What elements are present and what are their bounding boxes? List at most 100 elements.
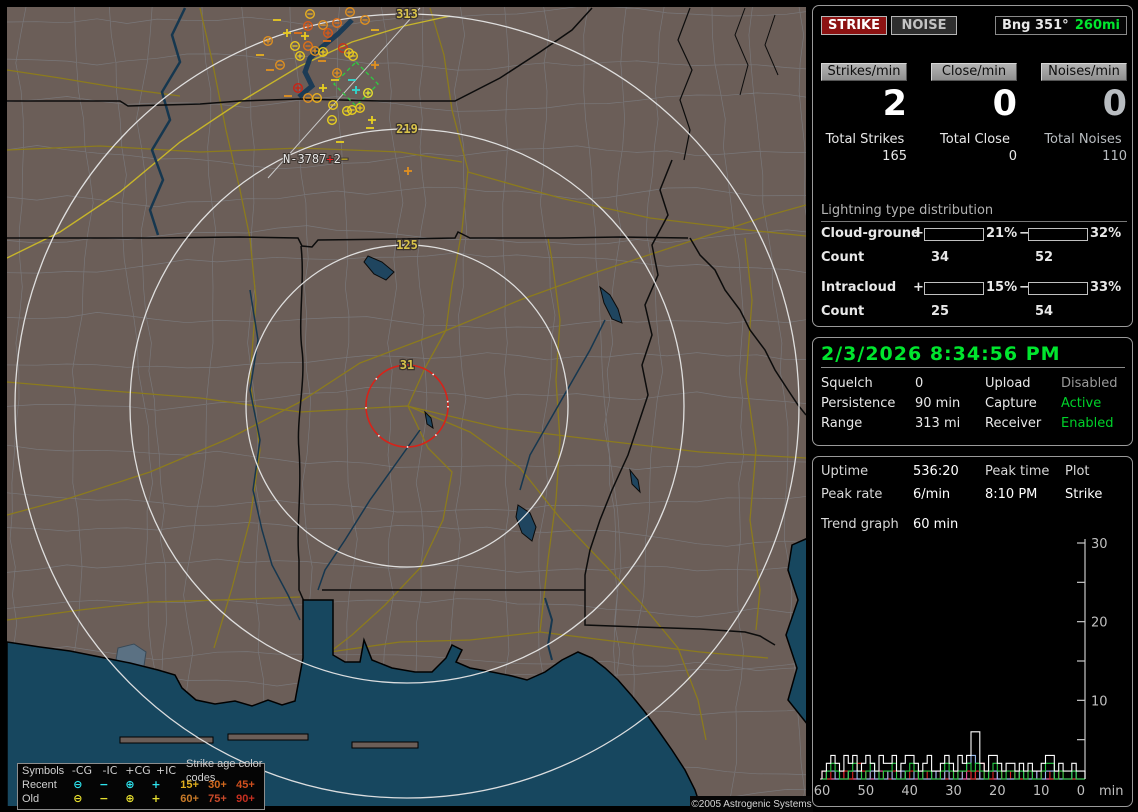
strike-symbol-p [301,32,309,40]
intracloud-row: Intracloud + 15% − 33% [813,280,1134,296]
lake-martin [515,504,537,542]
cloud-ground-row: Cloud-ground + 21% − 32% [813,226,1134,242]
ic-negative-pct: 33% [1090,280,1122,295]
ring-label-31: 31 [400,358,414,372]
strike-symbol-cp [293,82,304,93]
strike-symbol-cm [328,99,339,110]
strike-symbol-cm [360,14,371,26]
plus-sign: + [913,226,924,241]
chart-axis: 10 20 30 60 50 40 30 20 10 0 min [814,537,1124,799]
strike-symbol-p [368,116,376,124]
y-tick-label: 10 [1091,694,1108,709]
ring-label-313: 313 [396,7,418,21]
strike-symbol-cp [295,51,306,62]
squelch-value: 0 [915,376,924,391]
lightning-map[interactable]: 31 125 219 313 N-3787+2− Symbols -CG -IC +CG… [7,7,813,812]
persistence-value: 90 min [915,396,961,411]
border-tn-nc [677,7,693,161]
squelch-label: Squelch [821,376,873,391]
strike-symbol-p [352,86,360,94]
alabama-river [317,429,421,591]
mountain-line-1 [734,7,749,96]
count-label: Count [821,304,865,319]
ic-positive-bar [924,282,984,295]
tombigbee-river [249,289,301,621]
legend-old-row: Old ⊖ − ⊕ +60+ 75+ 90+ [18,792,264,806]
total-close-label: Total Close [940,132,1010,147]
x-tick-label: 50 [858,784,875,799]
legend-age-code: 60+ [180,793,199,805]
tennessee-river-lake [297,18,354,99]
status-row: Squelch 0 Upload Disabled [813,376,1132,392]
legend-ic-pos-header: +IC [155,764,177,777]
legend-symbol-0: ⊖ [73,778,83,791]
highway [7,15,451,259]
strike-toggle-button[interactable]: STRIKE [821,16,887,35]
plus-sign: + [913,280,924,295]
x-tick-label: 20 [989,784,1006,799]
legend-ic-neg-header: -IC [102,764,118,777]
coosa-river [519,319,606,491]
legend-age-code: 75+ [208,793,227,805]
choctawhatchee-river [544,597,554,661]
x-tick-label: 30 [945,784,962,799]
legend-cg-neg-header: -CG [71,764,93,777]
border-al-ga [584,159,673,593]
atlantic-coast [785,538,806,724]
receiver-label: Receiver [985,416,1042,431]
strike-symbol-cp [355,102,366,113]
symbol-legend: Symbols -CG -IC +CG +IC Strike age color… [17,758,265,810]
nexstorm-window: 31 125 219 313 N-3787+2− Symbols -CG -IC +CG… [0,0,1138,812]
legend-symbol-2: ⊕ [125,778,135,791]
cg-negative-bar [1028,228,1088,241]
range-value: 313 mi [915,416,961,431]
close-rate-value: 0 [992,84,1017,124]
noises-rate-value: 0 [1102,84,1127,124]
strike-symbol-cm [305,8,316,20]
cloud-ground-count-row: Count 34 52 [813,250,1134,266]
noise-toggle-button[interactable]: NOISE [891,16,957,35]
divider [821,367,1125,368]
lake-eufaula [629,468,641,494]
receiver-value: Enabled [1061,416,1114,431]
ic-positive-count: 25 [931,304,950,319]
legend-symbol-3: + [151,778,161,791]
status-row: Persistence 90 min Capture Active [813,396,1132,412]
ic-positive-pct: 15% [986,280,1018,295]
legend-age-code: 15+ [180,779,199,791]
counters-panel: STRIKE NOISE Bng 351° 260mi Strikes/min … [812,5,1133,327]
persistence-label: Persistence [821,396,896,411]
tennessee-river-west [148,7,187,236]
cg-positive-count: 34 [931,250,950,265]
river-lines [148,7,606,661]
strike-symbol-cm [327,114,338,125]
cg-positive-pct: 21% [986,226,1018,241]
cg-positive-bar [924,228,984,241]
capture-label: Capture [985,396,1037,411]
legend-recent-row: Recent ⊖ − ⊕ +15+ 30+ 45+ [18,778,264,792]
ring-label-219: 219 [396,122,418,136]
range-label: Range [821,416,863,431]
legend-row-label: Old [22,793,40,805]
strike-symbol-cm [303,92,314,103]
capture-value: Active [1061,396,1102,411]
cg-negative-pct: 32% [1090,226,1122,241]
strike-symbol-cm [275,60,286,71]
x-tick-label: 10 [1033,784,1050,799]
legend-symbols-header: Symbols [22,765,65,777]
legend-symbol-3: + [151,792,161,805]
road [7,69,181,97]
strikes-per-min-chip: Strikes/min [821,63,907,81]
x-tick-label: 40 [901,784,918,799]
cg-negative-count: 52 [1035,250,1054,265]
ic-negative-count: 54 [1035,304,1054,319]
ring-label-125: 125 [396,238,418,252]
copyright-text: ©2005 Astrogenic Systems [690,796,813,812]
legend-symbol-0: ⊖ [73,792,83,805]
close-per-min-chip: Close/min [931,63,1017,81]
legend-header-row: Symbols -CG -IC +CG +IC Strike age color… [18,758,264,784]
bearing-range: 260mi [1074,18,1120,33]
road [744,237,761,631]
bearing-display: Bng 351° 260mi [995,16,1127,35]
status-panel: 2/3/2026 8:34:56 PM Squelch 0 Upload Dis… [812,337,1133,446]
